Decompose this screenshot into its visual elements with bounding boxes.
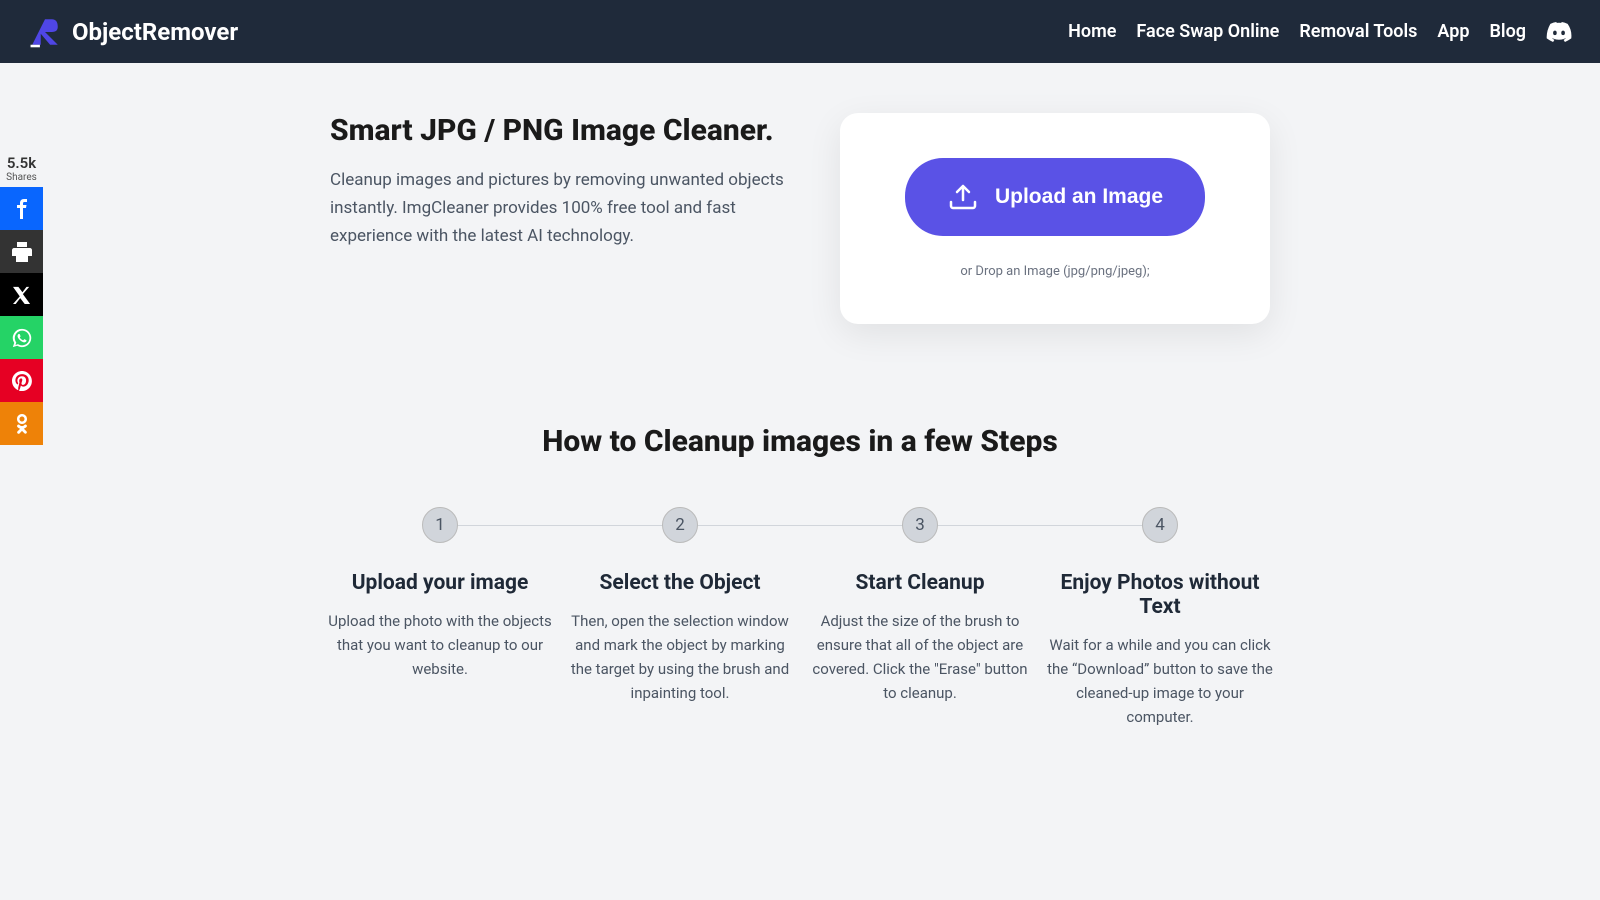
step-number: 2 [662,507,698,543]
share-whatsapp-button[interactable] [0,316,43,359]
step-description: Then, open the selection window and mark… [560,609,800,705]
share-count-label: Shares [0,172,43,183]
steps-title: How to Cleanup images in a few Steps [195,424,1405,459]
step-description: Adjust the size of the brush to ensure t… [800,609,1040,705]
pinterest-icon [12,371,32,391]
step-4: 4 Enjoy Photos without Text Wait for a w… [1040,507,1280,729]
steps-section: How to Cleanup images in a few Steps 1 U… [175,424,1425,809]
step-description: Wait for a while and you can click the “… [1040,633,1280,729]
steps-grid: 1 Upload your image Upload the photo wit… [195,507,1405,729]
share-count: 5.5k Shares [0,150,43,187]
nav-app[interactable]: App [1437,21,1469,42]
logo-icon [28,15,62,49]
step-description: Upload the photo with the objects that y… [320,609,560,681]
share-twitter-button[interactable] [0,273,43,316]
main-nav: Home Face Swap Online Removal Tools App … [1068,21,1572,42]
hero-title: Smart JPG / PNG Image Cleaner. [330,113,790,148]
step-heading: Start Cleanup [800,571,1040,595]
nav-face-swap[interactable]: Face Swap Online [1136,21,1279,42]
header: ObjectRemover Home Face Swap Online Remo… [0,0,1600,63]
step-1: 1 Upload your image Upload the photo wit… [320,507,560,729]
logo[interactable]: ObjectRemover [28,15,238,49]
step-heading: Select the Object [560,571,800,595]
logo-text: ObjectRemover [72,18,238,46]
facebook-icon [12,199,32,219]
step-number: 3 [902,507,938,543]
hero-description: Cleanup images and pictures by removing … [330,166,790,250]
twitter-x-icon [13,286,31,304]
share-facebook-button[interactable] [0,187,43,230]
nav-blog[interactable]: Blog [1489,21,1526,42]
upload-button[interactable]: Upload an Image [905,158,1205,236]
upload-button-label: Upload an Image [995,185,1163,209]
nav-home[interactable]: Home [1068,21,1116,42]
step-connector [440,525,680,526]
upload-icon [947,182,979,212]
step-heading: Enjoy Photos without Text [1040,571,1280,619]
step-number: 1 [422,507,458,543]
nav-removal-tools[interactable]: Removal Tools [1299,21,1417,42]
share-print-button[interactable] [0,230,43,273]
odnoklassniki-icon [13,414,31,434]
share-odnoklassniki-button[interactable] [0,402,43,445]
hero-section: Smart JPG / PNG Image Cleaner. Cleanup i… [200,63,1400,424]
upload-card[interactable]: Upload an Image or Drop an Image (jpg/pn… [840,113,1270,324]
share-pinterest-button[interactable] [0,359,43,402]
upload-hint: or Drop an Image (jpg/png/jpeg); [960,264,1149,279]
step-3: 3 Start Cleanup Adjust the size of the b… [800,507,1040,729]
step-number: 4 [1142,507,1178,543]
step-2: 2 Select the Object Then, open the selec… [560,507,800,729]
print-icon [12,242,32,262]
whatsapp-icon [11,327,33,349]
share-sidebar: 5.5k Shares [0,150,43,445]
step-heading: Upload your image [320,571,560,595]
step-connector [680,525,920,526]
share-count-number: 5.5k [0,154,43,172]
hero-text: Smart JPG / PNG Image Cleaner. Cleanup i… [330,113,790,324]
discord-icon[interactable] [1546,22,1572,42]
step-connector [920,525,1160,526]
